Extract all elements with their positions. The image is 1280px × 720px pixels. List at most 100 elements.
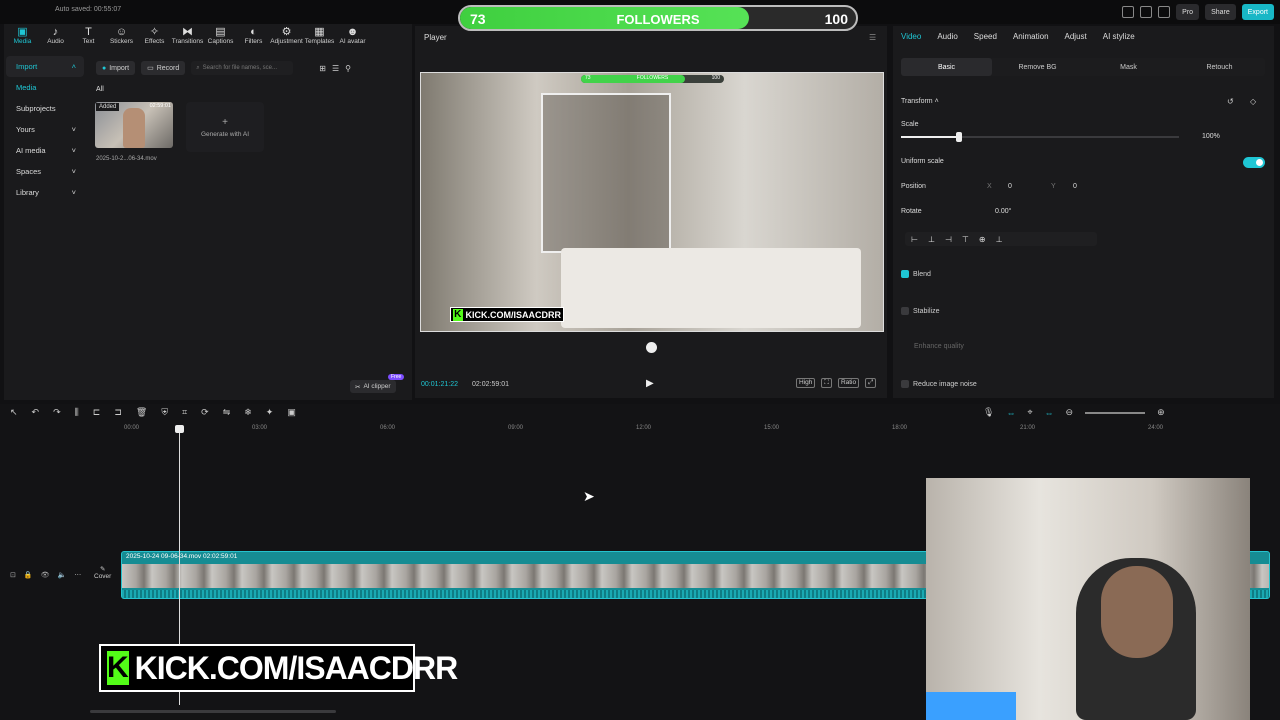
cover-button[interactable]: ✎ Cover — [94, 565, 111, 580]
tool-templates[interactable]: ▦ Templates — [303, 26, 336, 52]
share-button[interactable]: Share — [1205, 4, 1236, 20]
uniform-scale-toggle[interactable] — [1243, 157, 1265, 168]
scale-slider-handle[interactable] — [956, 132, 963, 142]
resize-icon[interactable]: ▣ — [287, 407, 296, 418]
transform-heading[interactable]: Transform ˄ — [901, 98, 939, 105]
reduce-noise-row[interactable]: Reduce image noise — [901, 380, 977, 388]
tool-audio[interactable]: ♪ Audio — [39, 26, 72, 52]
split-left-icon[interactable]: ⊏ — [93, 407, 101, 418]
mirror-icon[interactable]: ⇋ — [223, 407, 231, 418]
split-icon[interactable]: ⫼ — [75, 407, 79, 418]
shield-icon[interactable]: ⛨ — [161, 407, 168, 418]
shortcuts-icon[interactable] — [1140, 6, 1153, 18]
timeline-ruler[interactable]: 00:00 03:00 06:00 09:00 12:00 15:00 18:00 21:00… — [120, 425, 1270, 437]
stabilize-checkbox[interactable] — [901, 307, 909, 315]
blend-checkbox[interactable] — [901, 270, 909, 278]
tool-ai-avatar[interactable]: ☻ AI avatar — [336, 26, 369, 52]
delete-icon[interactable]: 🗑 — [136, 407, 147, 418]
playhead-handle[interactable] — [175, 425, 184, 433]
reduce-noise-checkbox[interactable] — [901, 380, 909, 388]
menu-icon[interactable] — [1158, 6, 1171, 18]
rotate-handle-icon[interactable] — [646, 342, 657, 353]
redo-icon[interactable]: ↷ — [53, 407, 61, 418]
reset-icon[interactable]: ↺ — [1227, 97, 1234, 106]
scale-value[interactable]: 100% — [1202, 133, 1220, 140]
subtab-mask[interactable]: Mask — [1083, 58, 1174, 76]
pro-button[interactable]: Pro — [1176, 4, 1200, 20]
subtab-retouch[interactable]: Retouch — [1174, 58, 1265, 76]
keyframe-icon[interactable]: ◇ — [1250, 97, 1256, 106]
zoom-slider[interactable] — [1085, 411, 1146, 414]
select-icon[interactable]: ↖ — [10, 407, 18, 418]
zoom-out-icon[interactable]: ⊖ — [1066, 407, 1074, 418]
blend-row[interactable]: Blend — [901, 270, 931, 278]
snap-icon[interactable]: ⌖ — [1027, 407, 1032, 418]
fit-icon[interactable]: ⛶ — [821, 378, 832, 388]
split-right-icon[interactable]: ⊐ — [114, 407, 122, 418]
tab-video[interactable]: Video — [901, 32, 921, 41]
position-x-input[interactable]: 0 — [1008, 183, 1012, 190]
stabilize-row[interactable]: Stabilize — [901, 307, 939, 315]
scale-track[interactable] — [959, 136, 1179, 138]
align-center-icon[interactable]: ⊥ — [928, 235, 935, 244]
tool-adjustment[interactable]: ⚙ Adjustment — [270, 26, 303, 52]
nav-media[interactable]: Media — [6, 77, 84, 98]
fullscreen-icon[interactable]: ⤢ — [865, 378, 877, 388]
nav-ai-media[interactable]: AI media ˅ — [6, 140, 84, 161]
ratio-button[interactable]: Ratio — [837, 378, 860, 388]
preview-axis-icon[interactable]: ⇔ — [1045, 408, 1054, 418]
tool-filters[interactable]: ◐ Filters — [237, 26, 270, 52]
link-icon[interactable]: ⇔ — [1006, 408, 1015, 418]
align-bottom-icon[interactable]: ⊥ — [996, 235, 1003, 244]
align-left-icon[interactable]: ⊢ — [911, 235, 918, 244]
magic-icon[interactable]: ✦ — [266, 407, 274, 418]
quality-button[interactable]: High — [796, 378, 816, 388]
track-toggle-icon[interactable]: ⊡ — [10, 571, 16, 579]
zoom-in-icon[interactable]: ⊕ — [1157, 407, 1165, 418]
align-middle-icon[interactable]: ⊕ — [979, 235, 986, 244]
align-right-icon[interactable]: ⊣ — [945, 235, 952, 244]
import-button[interactable]: ● Import — [96, 61, 136, 75]
tab-audio[interactable]: Audio — [937, 32, 957, 41]
grid-view-icon[interactable]: ⊞ — [319, 64, 326, 73]
layout-icon[interactable] — [1122, 6, 1135, 18]
tool-captions[interactable]: ▤ Captions — [204, 26, 237, 52]
ai-clipper-button[interactable]: ✂ AI clipper — [350, 380, 396, 393]
freeze-icon[interactable]: ❄ — [244, 407, 252, 418]
search-input[interactable]: ⌕ Search for file names, sce... — [191, 61, 294, 75]
tab-ai-stylize[interactable]: AI stylize — [1103, 32, 1135, 41]
undo-icon[interactable]: ↶ — [32, 407, 40, 418]
generate-with-ai-card[interactable]: + Generate with AI — [186, 102, 264, 152]
tab-adjust[interactable]: Adjust — [1065, 32, 1087, 41]
filter-icon[interactable]: ⚲ — [345, 64, 351, 73]
tab-animation[interactable]: Animation — [1013, 32, 1049, 41]
align-top-icon[interactable]: ⊤ — [962, 235, 969, 244]
nav-yours[interactable]: Yours ˅ — [6, 119, 84, 140]
subtab-remove-bg[interactable]: Remove BG — [992, 58, 1083, 76]
microphone-icon[interactable]: 🎙 — [983, 407, 994, 418]
video-preview[interactable] — [420, 72, 884, 332]
nav-subprojects[interactable]: Subprojects — [6, 98, 84, 119]
timeline-scrollbar[interactable] — [90, 710, 336, 713]
speaker-icon[interactable]: 🔈 — [57, 571, 66, 579]
speed-icon[interactable]: ⟳ — [201, 407, 209, 418]
crop-icon[interactable]: ⌗ — [182, 407, 187, 418]
record-button[interactable]: ▭ Record — [141, 61, 186, 75]
nav-spaces[interactable]: Spaces ˅ — [6, 161, 84, 182]
subtab-basic[interactable]: Basic — [901, 58, 992, 76]
tool-text[interactable]: T Text — [72, 26, 105, 52]
eye-icon[interactable]: 👁 — [41, 571, 50, 579]
tool-stickers[interactable]: ☺ Stickers — [105, 26, 138, 52]
sort-icon[interactable]: ☰ — [332, 64, 339, 73]
tab-speed[interactable]: Speed — [974, 32, 997, 41]
more-icon[interactable]: ⋯ — [74, 571, 81, 579]
play-icon[interactable]: ▶ — [646, 378, 654, 389]
position-y-input[interactable]: 0 — [1073, 183, 1077, 190]
rotate-input[interactable]: 0.00° — [995, 208, 1011, 215]
player-menu-icon[interactable]: ☰ — [869, 33, 876, 42]
filter-all[interactable]: All — [96, 86, 104, 93]
nav-library[interactable]: Library ˅ — [6, 182, 84, 203]
nav-import[interactable]: Import ˄ — [6, 56, 84, 77]
export-button[interactable]: Export — [1241, 4, 1274, 20]
tool-media[interactable]: ▣ Media — [6, 26, 39, 52]
